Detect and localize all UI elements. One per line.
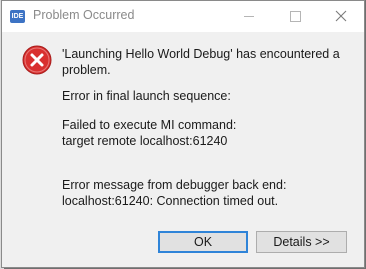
maximize-button[interactable] [272, 1, 318, 32]
maximize-icon [290, 11, 301, 22]
error-icon [22, 45, 52, 75]
failed-command-line: Failed to execute MI command: [62, 118, 237, 132]
headline-line-1: 'Launching Hello World Debug' has encoun… [62, 47, 340, 61]
error-line: Error in final launch sequence: [62, 89, 231, 103]
problem-dialog: IDE Problem Occurred 'Launching Hello Wo… [1, 0, 365, 268]
close-button[interactable] [318, 1, 364, 32]
details-button[interactable]: Details >> [256, 231, 347, 253]
headline-line-2: problem. [62, 63, 111, 77]
failed-target-line: target remote localhost:61240 [62, 134, 228, 148]
app-icon-label: IDE [11, 13, 24, 20]
minimize-icon [244, 16, 254, 17]
title-bar[interactable]: IDE Problem Occurred [2, 1, 364, 32]
connection-timeout-line: localhost:61240: Connection timed out. [62, 194, 279, 208]
ok-button[interactable]: OK [158, 231, 248, 253]
debugger-error-line: Error message from debugger back end: [62, 178, 287, 192]
window-title: Problem Occurred [33, 8, 135, 22]
minimize-button[interactable] [226, 1, 272, 32]
ide-app-icon: IDE [10, 10, 25, 23]
dialog-body: 'Launching Hello World Debug' has encoun… [2, 32, 364, 267]
close-icon [335, 10, 347, 22]
